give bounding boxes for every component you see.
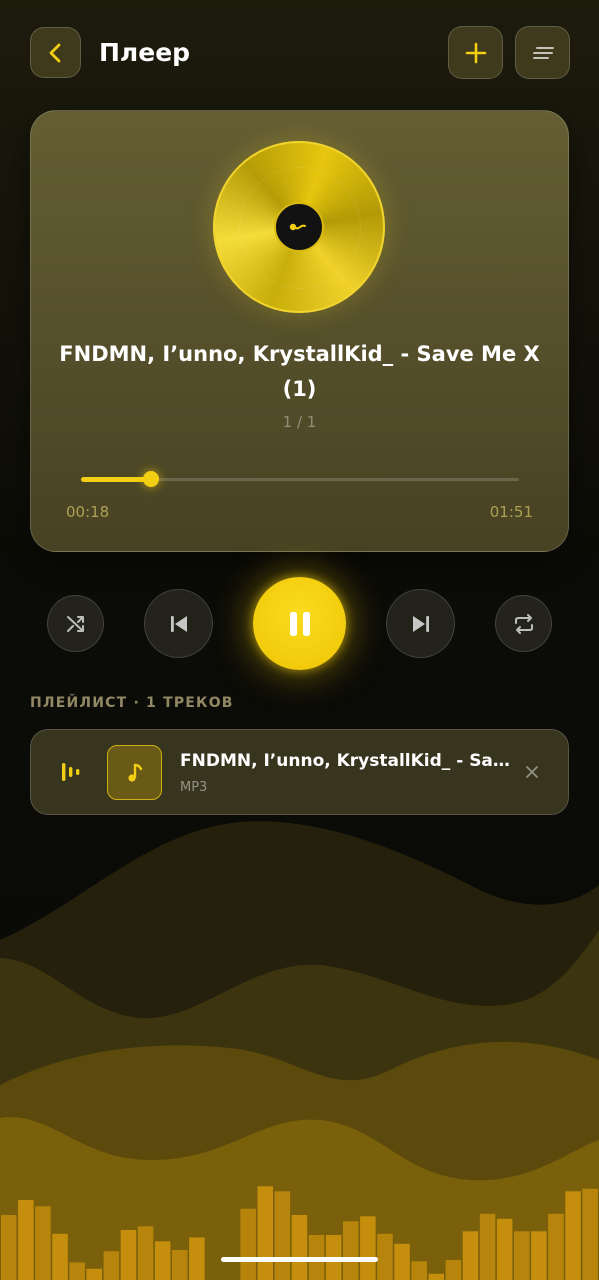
skip-next-icon [412, 615, 429, 632]
home-indicator [221, 1257, 378, 1262]
skip-previous-icon [170, 615, 187, 632]
chevron-left-icon [49, 43, 60, 62]
disc-center [274, 202, 324, 252]
plus-icon [465, 42, 486, 63]
shuffle-icon [66, 615, 84, 632]
disc-logo-icon [289, 223, 306, 231]
pause-icon [289, 611, 310, 636]
repeat-icon [514, 613, 533, 634]
add-track-button[interactable] [448, 26, 503, 79]
playlist-label: ПЛЕЙЛИСТ · 1 ТРЕКОВ [30, 695, 234, 711]
shuffle-button[interactable] [47, 595, 104, 652]
close-icon [526, 766, 538, 778]
previous-button[interactable] [144, 589, 213, 658]
progress-fill [81, 477, 152, 482]
progress-thumb[interactable] [143, 471, 160, 487]
playlist-item-title: FNDMN, I’unno, KrystallKid_ - Save Me X … [180, 751, 512, 771]
page-title: Плеер [99, 38, 191, 67]
equalizer-icon [62, 763, 80, 781]
playlist-item-format: MP3 [180, 780, 208, 795]
back-button[interactable] [30, 27, 81, 78]
vinyl-disc-artwork [213, 141, 385, 313]
total-duration: 01:51 [489, 503, 533, 521]
next-button[interactable] [386, 589, 455, 658]
track-title: FNDMN, I’unno, KrystallKid_ - Save Me X … [59, 342, 540, 401]
menu-button[interactable] [515, 26, 570, 79]
track-thumbnail [107, 745, 162, 800]
track-index: 1 / 1 [282, 413, 317, 431]
progress-bar[interactable] [81, 471, 519, 487]
now-playing-card: FNDMN, I’unno, KrystallKid_ - Save Me X … [30, 110, 569, 552]
repeat-button[interactable] [495, 595, 552, 652]
sort-lines-icon [532, 46, 554, 59]
elapsed-time: 00:18 [66, 503, 110, 521]
music-note-icon [127, 763, 142, 782]
remove-track-button[interactable] [522, 762, 542, 782]
playlist-item[interactable]: FNDMN, I’unno, KrystallKid_ - Save Me X … [30, 729, 569, 815]
pause-button[interactable] [253, 577, 346, 670]
